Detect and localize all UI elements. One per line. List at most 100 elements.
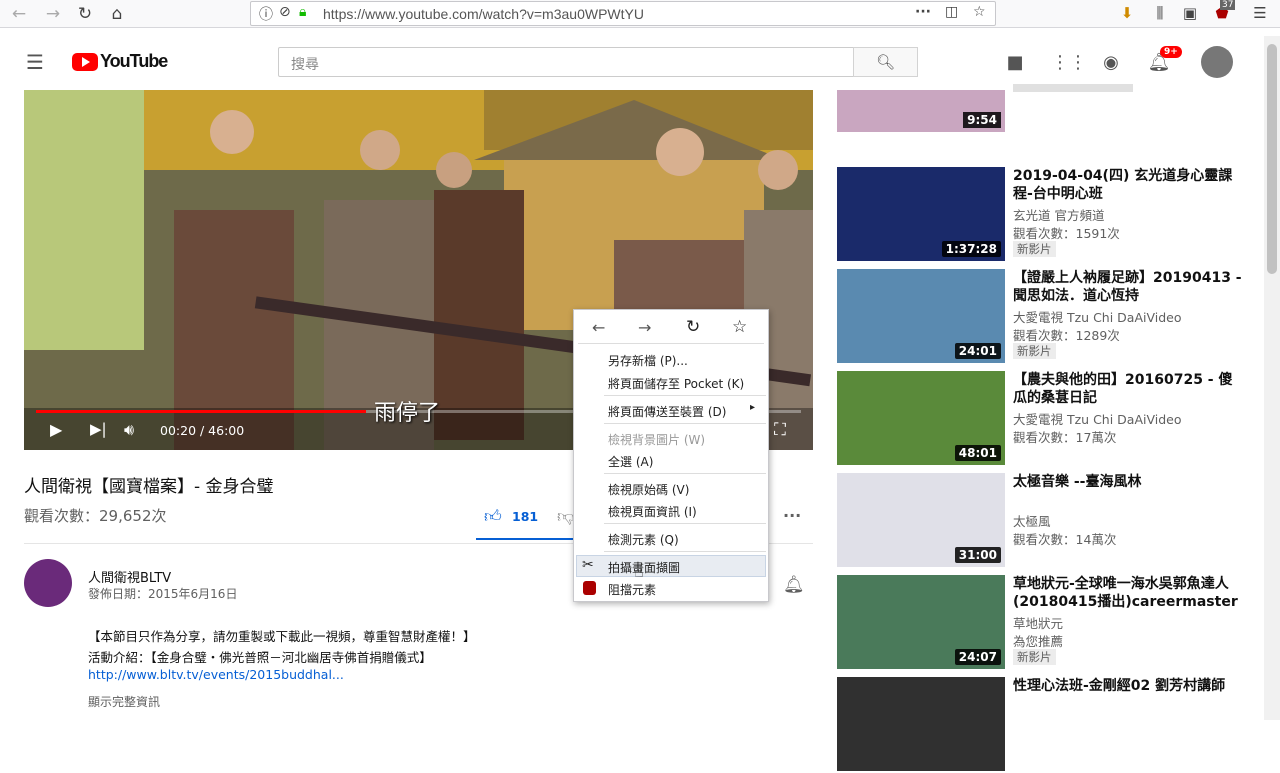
video-thumbnail[interactable]: [837, 677, 1005, 771]
menu-icon[interactable]: ☰: [1250, 4, 1270, 22]
pocket-icon[interactable]: ◫: [945, 4, 958, 20]
sidebar-video-item[interactable]: 31:00 太極音樂 --臺海風林 太極風 觀看次數：14萬次: [837, 473, 1247, 569]
sidebar-video-channel: 草地狀元: [1013, 616, 1064, 631]
new-badge: 新影片: [1013, 649, 1056, 665]
sidebar-video-channel: 大愛電視 Tzu Chi DaAiVideo: [1013, 310, 1182, 325]
sidebar-video-channel: 玄光道 官方頻道: [1013, 208, 1105, 223]
sidebar-video-views: 觀看次數：14萬次: [1013, 532, 1117, 547]
sidebar-video-views: 觀看次數：17萬次: [1013, 430, 1117, 445]
sidebar-video-item[interactable]: 48:01 【農夫與他的田】20160725 - 傻瓜的桑葚日記 大愛電視 Tzu …: [837, 371, 1247, 467]
sidebar-video-views: 觀看次數：1289次: [1013, 328, 1120, 343]
search-placeholder: 搜尋: [291, 57, 319, 73]
video-title: 人間衛視【國寶檔案】- 金身合璧: [24, 477, 274, 497]
sidebar-video-title[interactable]: 草地狀元-全球唯一海水吳郭魚達人(20180415播出)careermaster: [1013, 575, 1243, 611]
ctx-block-element[interactable]: 阻擋元素: [608, 581, 656, 598]
apps-icon[interactable]: ⋮⋮: [1051, 52, 1087, 73]
separator: [604, 395, 766, 396]
duration-badge: 24:01: [954, 343, 1001, 359]
ctx-inspect-element[interactable]: 檢測元素 (Q): [608, 531, 679, 548]
bookmark-star-icon[interactable]: ☆: [973, 4, 986, 20]
fullscreen-icon[interactable]: ⛶: [774, 420, 786, 440]
search-button[interactable]: 🔍︎: [853, 47, 918, 77]
forward-icon[interactable]: →: [42, 3, 64, 25]
reload-icon[interactable]: ↻: [74, 3, 96, 25]
ctx-back-icon[interactable]: ←: [592, 318, 605, 337]
page-actions-icon[interactable]: ···: [915, 4, 931, 20]
ctx-reload-icon[interactable]: ↻: [686, 317, 700, 337]
sidebar-video-item[interactable]: 24:07 草地狀元-全球唯一海水吳郭魚達人(20180415播出)careerm…: [837, 575, 1247, 671]
url-bar[interactable]: ⓘ ⊘ 🔒︎ https://www.youtube.com/watch?v=m…: [250, 1, 996, 26]
volume-icon[interactable]: 🔊︎: [124, 420, 134, 440]
sidebar-video-title[interactable]: 2019-04-04(四) 玄光道身心靈課程-台中明心班: [1013, 167, 1243, 203]
new-badge: 新影片: [1013, 343, 1056, 359]
like-ratio-bar: [476, 538, 576, 540]
youtube-logo-text[interactable]: YouTube: [100, 51, 168, 72]
back-icon[interactable]: ←: [8, 3, 30, 25]
scrollbar-thumb[interactable]: [1267, 44, 1277, 274]
video-thumbnail[interactable]: 24:07: [837, 575, 1005, 669]
youtube-header: ☰ YouTube 搜尋 🔍︎ ■ ⋮⋮ ◉ 🔔︎ 9+: [0, 36, 1264, 90]
messages-icon[interactable]: ◉: [1099, 52, 1123, 73]
mouse-cursor-icon: ☝: [634, 562, 644, 581]
ctx-select-all[interactable]: 全選 (A): [608, 453, 653, 470]
sidebar-video-title[interactable]: 性理心法班-金剛經02 劉芳村講師: [1013, 677, 1243, 695]
video-thumbnail[interactable]: 1:37:28: [837, 167, 1005, 261]
sidebar-video-item[interactable]: 24:01 【證嚴上人衲履足跡】20190413 - 聞思如法．道心恆持大愛電視 …: [837, 269, 1247, 365]
sidebar-video-title[interactable]: 太極音樂 --臺海風林: [1013, 473, 1243, 491]
new-badge: 新影片: [1013, 241, 1056, 257]
sidebar-video-title[interactable]: 【證嚴上人衲履足跡】20190413 - 聞思如法．道心恆持: [1013, 269, 1243, 305]
ctx-view-page-info[interactable]: 檢視頁面資訊 (I): [608, 503, 697, 520]
like-icon[interactable]: 👍︎: [484, 506, 502, 527]
channel-name[interactable]: 人間衛視BLTV: [88, 567, 171, 586]
description-link[interactable]: http://www.bltv.tv/events/2015buddhal...: [88, 667, 344, 682]
time-display: 00:20 / 46:00: [160, 423, 245, 438]
sidebar-partial-thumb[interactable]: 9:54: [837, 90, 1005, 132]
ctx-view-source[interactable]: 檢視原始碼 (V): [608, 481, 689, 498]
video-thumbnail[interactable]: 31:00: [837, 473, 1005, 567]
context-menu: ← → ↻ ☆ 另存新檔 (P)... 將頁面儲存至 Pocket (K) 將頁…: [573, 309, 769, 602]
more-actions-icon[interactable]: ···: [783, 506, 801, 525]
tracking-icon[interactable]: ⊘: [279, 4, 291, 20]
ublock-badge: 37: [1220, 0, 1236, 10]
avatar[interactable]: [1201, 46, 1233, 78]
separator: [604, 523, 766, 524]
publish-date: 發佈日期：2015年6月16日: [88, 587, 238, 601]
buffered-bar: [36, 410, 366, 413]
ublock-shield-icon: [583, 581, 596, 595]
description-line-1: 【本節目只作為分享，請勿重製或下載此一視頻，尊重智慧財產權！】: [88, 629, 476, 644]
search-input[interactable]: 搜尋: [278, 47, 854, 77]
like-count: 181: [512, 509, 539, 524]
ctx-take-screenshot[interactable]: 拍攝畫面擷圖: [608, 559, 680, 576]
ctx-send-to-device[interactable]: 將頁面傳送至裝置 (D): [608, 403, 726, 420]
video-thumbnail[interactable]: 48:01: [837, 371, 1005, 465]
ctx-save-to-pocket[interactable]: 將頁面儲存至 Pocket (K): [608, 375, 744, 392]
sidebar-video-title[interactable]: 【農夫與他的田】20160725 - 傻瓜的桑葚日記: [1013, 371, 1243, 407]
view-count: 觀看次數：29,652次: [24, 507, 167, 525]
sidebar-video-item[interactable]: 性理心法班-金剛經02 劉芳村講師: [837, 677, 1247, 773]
download-icon[interactable]: ⬇: [1117, 4, 1137, 22]
sidebar-video-item[interactable]: 1:37:28 2019-04-04(四) 玄光道身心靈課程-台中明心班玄光道 官…: [837, 167, 1247, 263]
youtube-logo-icon[interactable]: [72, 53, 98, 71]
dislike-icon[interactable]: 👎︎: [557, 506, 574, 527]
ctx-save-as[interactable]: 另存新檔 (P)...: [608, 352, 688, 369]
subscribe-bell-icon[interactable]: 🔔︎: [783, 575, 805, 595]
channel-avatar[interactable]: [24, 559, 72, 607]
sidebar-icon[interactable]: ▣: [1180, 4, 1200, 22]
page-scrollbar[interactable]: [1264, 36, 1280, 720]
separator: [604, 423, 766, 424]
duration-badge: 24:07: [954, 649, 1001, 665]
sidebar-video-views: 觀看次數：1591次: [1013, 226, 1120, 241]
play-icon[interactable]: ▶: [50, 420, 62, 439]
ctx-bookmark-icon[interactable]: ☆: [732, 317, 747, 337]
info-icon[interactable]: ⓘ: [259, 4, 273, 24]
video-thumbnail[interactable]: 24:01: [837, 269, 1005, 363]
lock-icon[interactable]: 🔒︎: [299, 4, 306, 20]
ctx-forward-icon[interactable]: →: [638, 318, 651, 337]
create-video-icon[interactable]: ■: [1003, 52, 1027, 73]
show-more-button[interactable]: 顯示完整資訊: [88, 693, 160, 710]
home-icon[interactable]: ⌂: [106, 3, 128, 25]
hamburger-icon[interactable]: ☰: [26, 50, 44, 74]
next-icon[interactable]: ▶|: [90, 420, 107, 438]
library-icon[interactable]: ⫼: [1150, 4, 1170, 22]
subtitle-text: 雨停了: [374, 401, 441, 426]
